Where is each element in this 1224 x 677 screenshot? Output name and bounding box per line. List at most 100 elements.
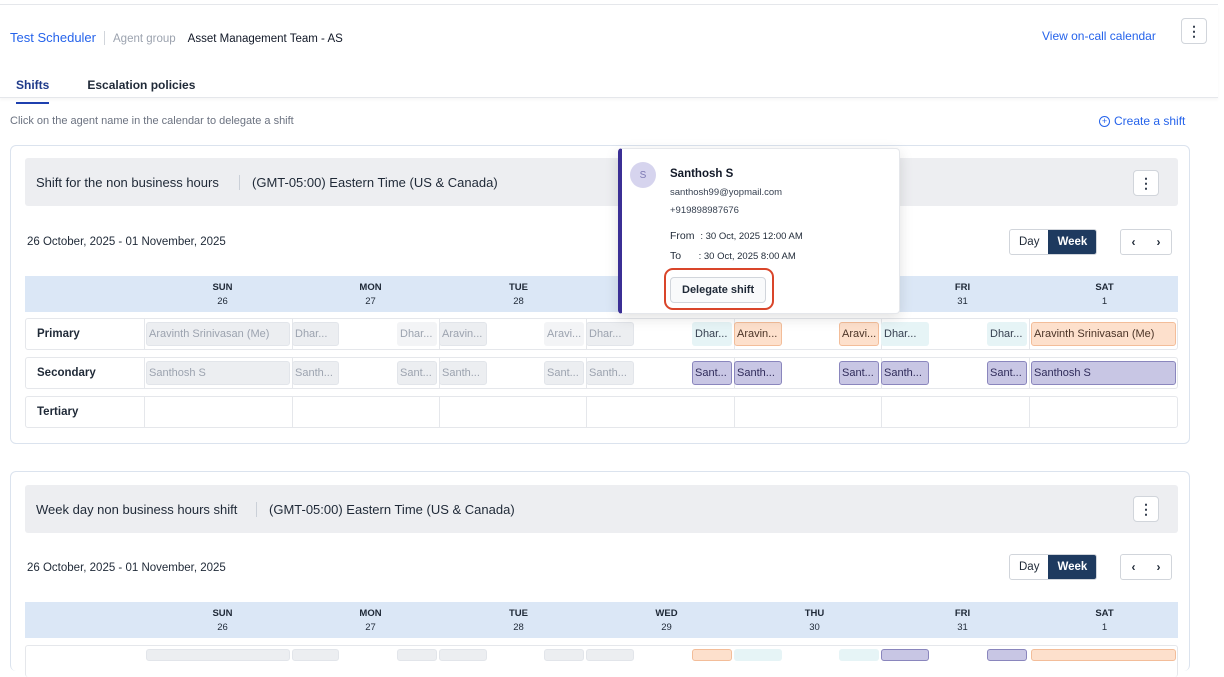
shift-chip[interactable] [734, 649, 782, 661]
secondary-row: Secondary Santhosh S Santh... Sant... Sa… [25, 357, 1178, 389]
shift-chip[interactable] [292, 649, 339, 661]
shift-chip[interactable]: Aravin... [439, 322, 487, 346]
more-vertical-icon[interactable]: ⋮ [1181, 18, 1207, 44]
day-header: SUN 26 [212, 282, 233, 307]
shift-chip[interactable] [987, 649, 1027, 661]
schedule-title: Shift for the non business hours [36, 175, 219, 190]
shift-chip[interactable] [586, 649, 634, 661]
shift-chip[interactable] [146, 649, 290, 661]
shift-chip[interactable]: Dhar... [881, 322, 929, 346]
agent-email: santhosh99@yopmail.com [670, 187, 783, 198]
shift-chip[interactable]: Santhosh S [1031, 361, 1176, 385]
shift-chip[interactable] [839, 649, 879, 661]
more-vertical-icon[interactable]: ⋮ [1133, 170, 1159, 196]
day-view-button[interactable]: Day [1010, 230, 1048, 254]
tab-bar: Shifts Escalation policies [16, 78, 233, 104]
day-view-button[interactable]: Day [1010, 555, 1048, 579]
week-view-button[interactable]: Week [1048, 230, 1097, 254]
shift-chip[interactable]: Santh... [734, 361, 782, 385]
date-range: 26 October, 2025 - 01 November, 2025 [27, 562, 226, 574]
shift-chip[interactable]: Sant... [544, 361, 584, 385]
shift-chip[interactable] [544, 649, 584, 661]
shift-chip[interactable]: Sant... [692, 361, 732, 385]
primary-row: Primary Aravinth Srinivasan (Me) Dhar...… [25, 318, 1178, 350]
shift-chip[interactable]: Aravinth Srinivasan (Me) [146, 322, 290, 346]
week-view-button[interactable]: Week [1048, 555, 1097, 579]
view-toggle: Day Week [1009, 229, 1098, 255]
shift-chip[interactable]: Santh... [439, 361, 487, 385]
shift-chip[interactable] [439, 649, 487, 661]
app-title[interactable]: Test Scheduler [10, 30, 96, 45]
from-label: From [670, 230, 695, 242]
divider [1029, 358, 1030, 388]
chevron-right-icon[interactable]: › [1146, 555, 1171, 579]
chevron-right-icon[interactable]: › [1146, 230, 1171, 254]
day-header-row: SUN 26 MON 27 TUE 28 WED 29 THU 30 FRI 31 SAT 1 [25, 602, 1178, 638]
breadcrumb-divider [104, 30, 105, 45]
shift-chip[interactable]: Santh... [292, 361, 339, 385]
avatar: S [630, 162, 656, 188]
shift-from: From : 30 Oct, 2025 12:00 AM [670, 230, 803, 242]
shift-chip[interactable]: Sant... [839, 361, 879, 385]
day-header: TUE 28 [509, 282, 528, 307]
day-header: FRI 31 [954, 282, 971, 307]
primary-row [25, 645, 1178, 677]
shift-chip[interactable]: Aravinth Srinivasan (Me) [1031, 322, 1176, 346]
shift-chip[interactable]: Dhar... [397, 322, 437, 346]
divider [144, 358, 145, 388]
shift-chip[interactable]: Sant... [987, 361, 1027, 385]
group-label: Agent group [113, 33, 176, 45]
day-header: MON 27 [359, 608, 382, 633]
divider [439, 397, 440, 427]
view-on-call-calendar-link[interactable]: View on-call calendar [1042, 29, 1156, 43]
divider [881, 397, 882, 427]
schedule-header: Shift for the non business hours (GMT-05… [25, 158, 1178, 206]
shift-chip[interactable]: Santh... [586, 361, 634, 385]
divider [1029, 319, 1030, 349]
row-label: Secondary [37, 367, 96, 379]
day-header: WED 29 [655, 608, 678, 633]
tertiary-row: Tertiary [25, 396, 1178, 428]
chevron-left-icon[interactable]: ‹ [1121, 555, 1146, 579]
row-label: Tertiary [37, 406, 79, 418]
day-header: TUE 28 [509, 608, 528, 633]
divider [144, 397, 145, 427]
tab-shifts[interactable]: Shifts [16, 78, 50, 104]
week-navigation: ‹ › [1120, 229, 1172, 255]
more-vertical-icon[interactable]: ⋮ [1133, 496, 1159, 522]
day-header: FRI 31 [954, 608, 971, 633]
schedule-title: Week day non business hours shift [36, 502, 238, 517]
shift-chip[interactable]: Dhar... [987, 322, 1027, 346]
shift-chip[interactable]: Santhosh S [146, 361, 290, 385]
shift-chip[interactable] [1031, 649, 1176, 661]
from-value: : 30 Oct, 2025 12:00 AM [700, 231, 803, 242]
shift-chip[interactable]: Aravi... [839, 322, 879, 346]
to-value: : 30 Oct, 2025 8:00 AM [698, 251, 796, 262]
shift-chip[interactable] [692, 649, 732, 661]
schedule-card: Week day non business hours shift (GMT-0… [10, 471, 1190, 677]
page-header: Test Scheduler Agent group Asset Managem… [0, 6, 1218, 104]
delegate-shift-button[interactable]: Delegate shift [670, 277, 767, 303]
shift-chip[interactable]: Dhar... [692, 322, 732, 346]
create-shift-label: Create a shift [1114, 114, 1186, 128]
shift-to: To : 30 Oct, 2025 8:00 AM [670, 250, 796, 262]
create-shift-button[interactable]: + Create a shift [1099, 114, 1185, 128]
shift-chip[interactable]: Aravin... [734, 322, 782, 346]
day-header-row: SUN 26 MON 27 TUE 28 FRI 31 SAT 1 [25, 276, 1178, 312]
tab-escalation-policies[interactable]: Escalation policies [87, 78, 195, 104]
shift-chip[interactable]: Dhar... [586, 322, 634, 346]
shift-chip[interactable]: Santh... [881, 361, 929, 385]
day-header: SAT 1 [1095, 608, 1114, 633]
schedule-header: Week day non business hours shift (GMT-0… [25, 485, 1178, 533]
divider [292, 397, 293, 427]
shift-chip[interactable]: Aravi... [544, 322, 584, 346]
shift-chip[interactable]: Dhar... [292, 322, 339, 346]
plus-circle-icon: + [1099, 115, 1110, 127]
shift-chip[interactable]: Sant... [397, 361, 437, 385]
shift-chip[interactable] [397, 649, 437, 661]
divider [586, 397, 587, 427]
shift-details-popover: S Santhosh S santhosh99@yopmail.com +919… [618, 148, 900, 314]
week-navigation: ‹ › [1120, 554, 1172, 580]
shift-chip[interactable] [881, 649, 929, 661]
chevron-left-icon[interactable]: ‹ [1121, 230, 1146, 254]
